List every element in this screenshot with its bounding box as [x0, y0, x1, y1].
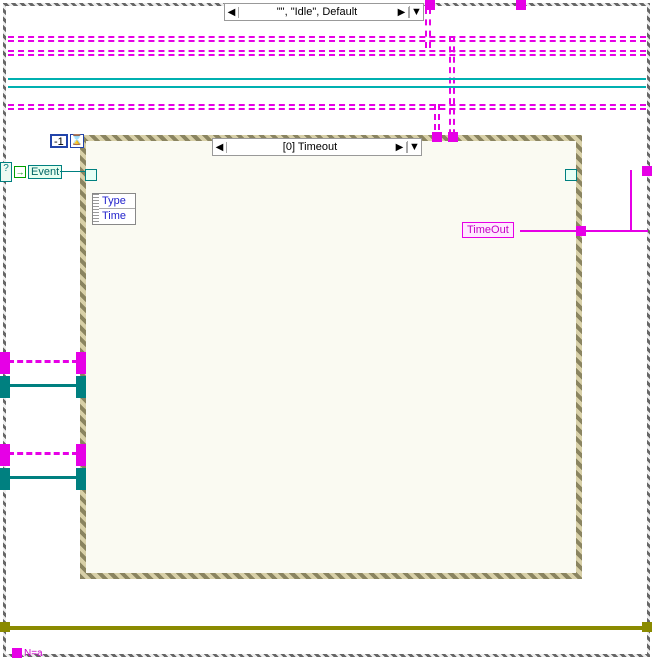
event-next-icon[interactable]: ▶ [393, 142, 407, 153]
case-dropdown-icon[interactable]: ▼ [409, 6, 423, 18]
event-prev-icon[interactable]: ◀ [213, 142, 227, 153]
tunnel-event-top-1 [432, 132, 442, 142]
wire-timeout-v [630, 170, 632, 232]
tunnel-left-magenta-2 [0, 444, 10, 466]
wire-magenta-band-3 [8, 104, 646, 110]
case-selector-label[interactable]: "", "Idle", Default [239, 6, 395, 18]
timeout-string-constant[interactable]: TimeOut [462, 222, 514, 238]
case-next-icon[interactable]: ▶ [395, 7, 409, 18]
tunnel-event-left-t2 [76, 468, 86, 490]
event-timeout-terminal[interactable]: ⌛ [70, 134, 84, 148]
event-dropdown-icon[interactable]: ▼ [407, 141, 421, 153]
event-data-node[interactable]: Type Time [92, 193, 136, 225]
event-term-time[interactable]: Time [99, 209, 135, 224]
wire-teal-event [60, 171, 86, 172]
wire-cyan-1 [8, 78, 646, 80]
wire-cyan-2 [8, 86, 646, 88]
hourglass-icon: ⌛ [71, 136, 83, 146]
wire-magenta-v-top [425, 8, 431, 48]
event-term-type[interactable]: Type [99, 194, 135, 209]
event-label: Event [28, 165, 62, 179]
wire-magenta-top-1 [8, 36, 646, 42]
tunnel-left-teal-2 [0, 468, 10, 490]
case-selector-terminal[interactable] [0, 162, 12, 182]
case-prev-icon[interactable]: ◀ [225, 7, 239, 18]
tunnel-top-2 [516, 0, 526, 10]
wire-left-m1 [8, 360, 78, 363]
case-selector[interactable]: ◀ "", "Idle", Default ▶ ▼ [224, 3, 424, 21]
tunnel-left-magenta-1 [0, 352, 10, 374]
wire-magenta-top-2 [8, 50, 646, 56]
tunnel-event-top-2 [448, 132, 458, 142]
event-structure[interactable]: ◀ [0] Timeout ▶ ▼ Type Time [80, 135, 582, 579]
event-selector-label[interactable]: [0] Timeout [227, 141, 393, 153]
tunnel-event-left-m2 [76, 444, 86, 466]
event-selector[interactable]: ◀ [0] Timeout ▶ ▼ [212, 138, 422, 156]
tunnel-left-teal-1 [0, 376, 10, 398]
input-arrow-node[interactable]: → [14, 166, 26, 178]
wire-left-t1 [8, 384, 78, 387]
tunnel-olive-left [0, 622, 10, 632]
tunnel-event-left-m1 [76, 352, 86, 374]
wire-olive-bottom [8, 626, 646, 630]
tunnel-olive-right [642, 622, 652, 632]
wire-left-m2 [8, 452, 78, 455]
tunnel-event-left-t1 [76, 376, 86, 398]
bottom-annotation: N=a [24, 648, 43, 659]
wire-left-t2 [8, 476, 78, 479]
dynamic-event-left[interactable] [85, 169, 97, 181]
tunnel-timeout-event-edge [576, 226, 586, 236]
tunnel-right-magenta [642, 166, 652, 176]
timeout-value-constant[interactable]: -1 [50, 134, 68, 148]
tunnel-bottom-left [12, 648, 22, 658]
dynamic-event-right[interactable] [565, 169, 577, 181]
